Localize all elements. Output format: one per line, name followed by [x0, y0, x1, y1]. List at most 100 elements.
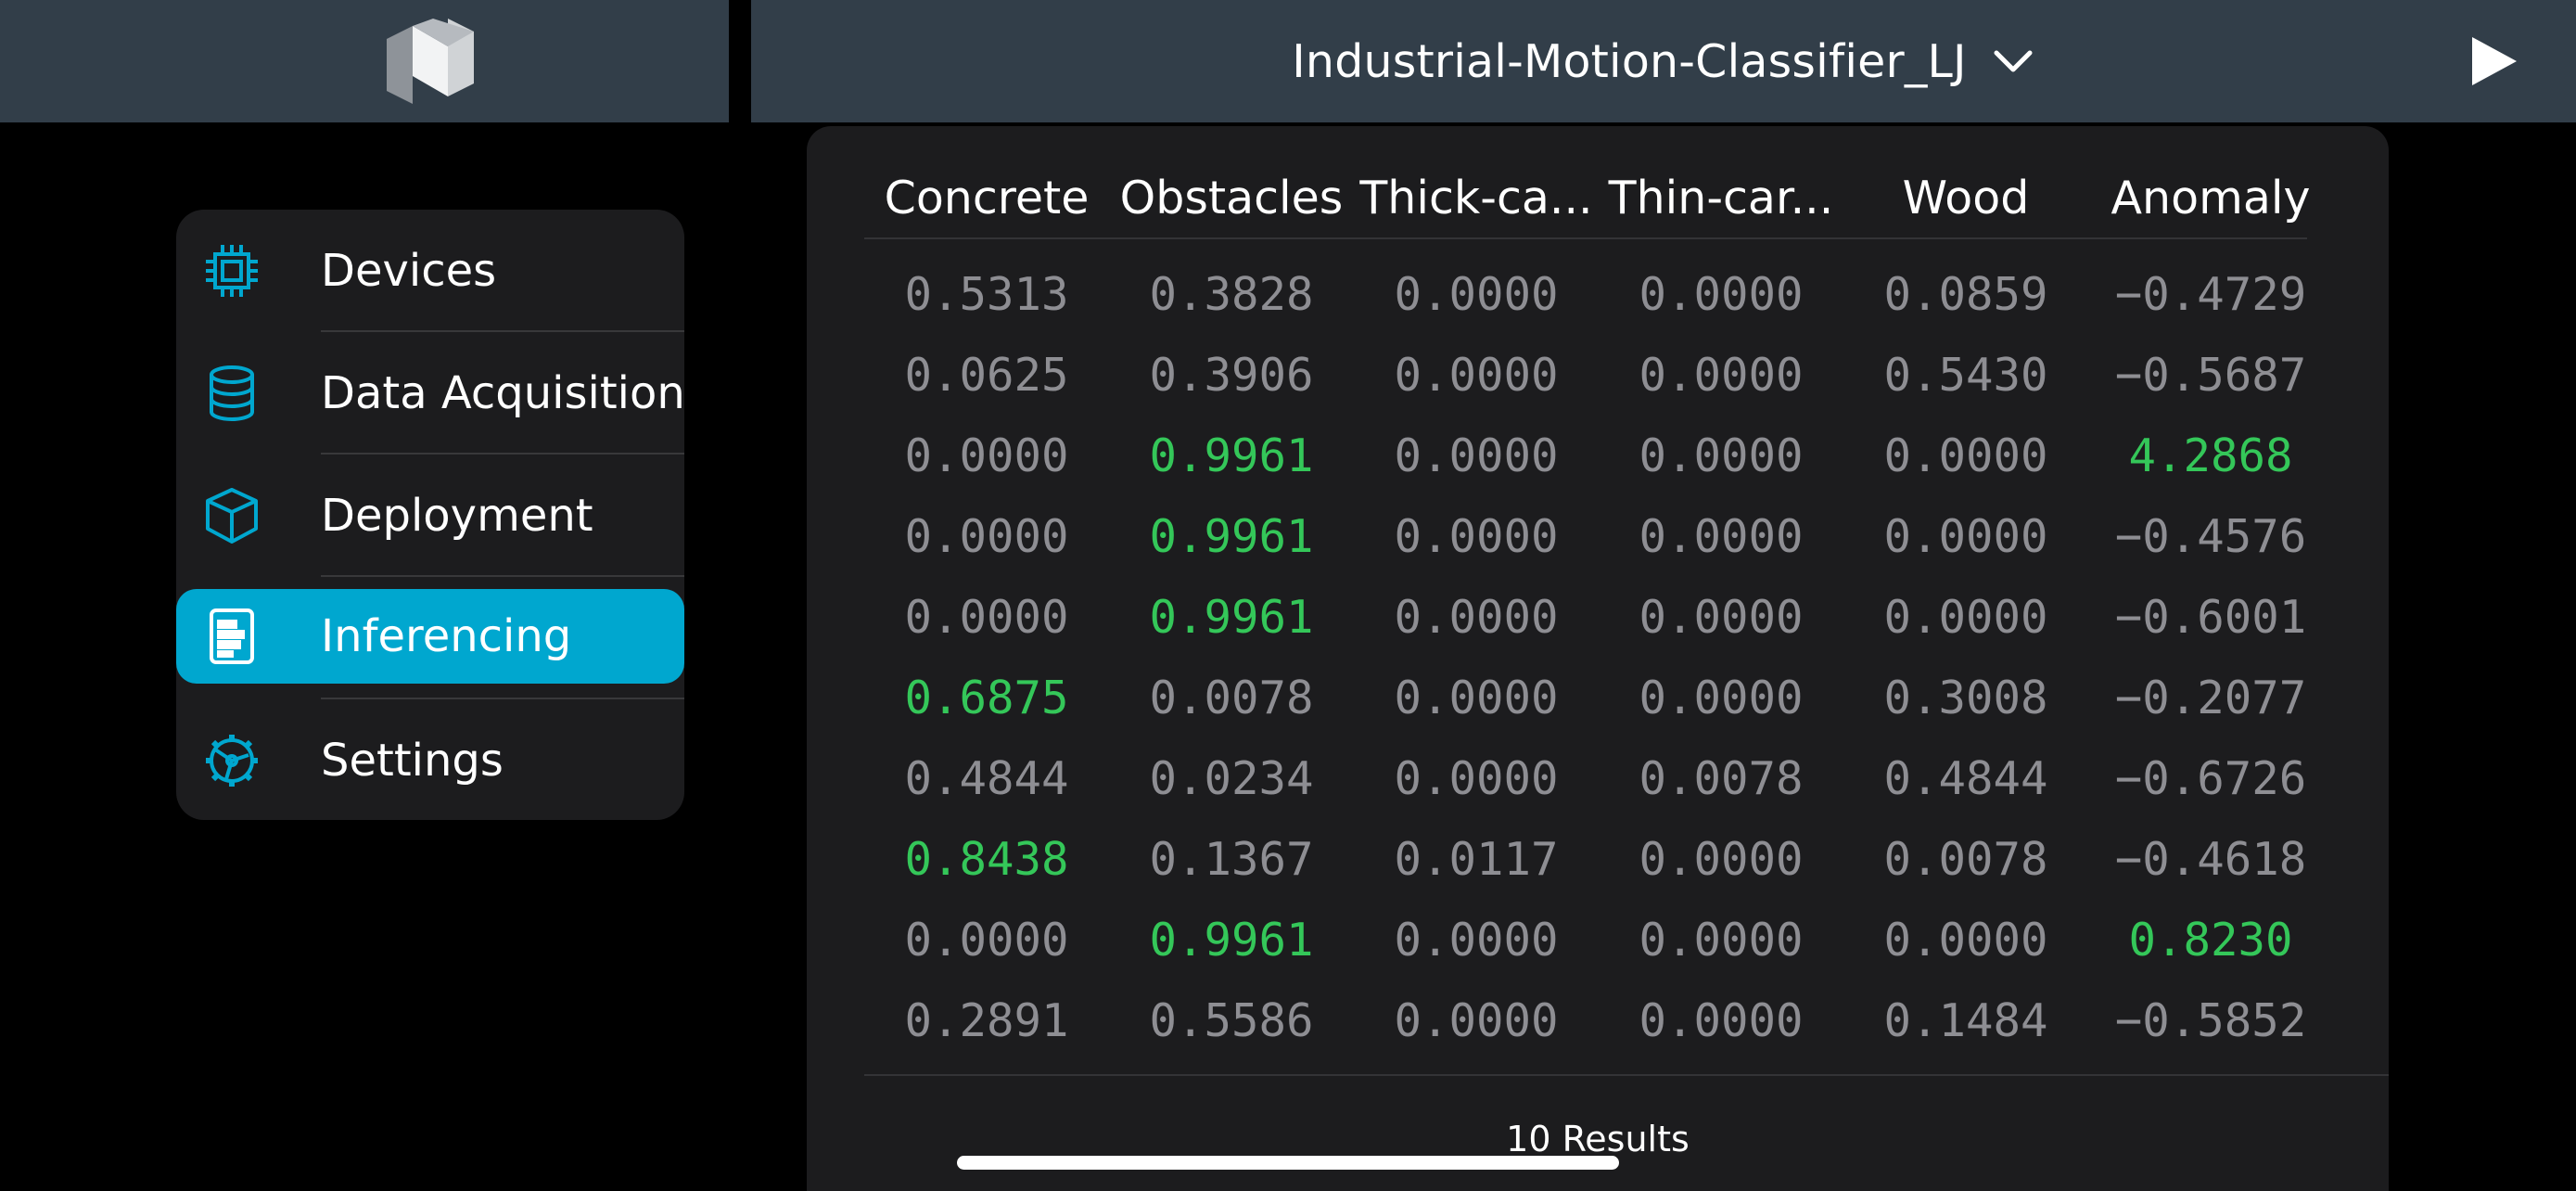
- sidebar-item-label: Settings: [321, 735, 504, 787]
- table-cell: 0.9961: [1149, 510, 1314, 563]
- sidebar-item-settings[interactable]: Settings: [176, 699, 684, 820]
- table-cell: 0.0000: [1639, 833, 1804, 886]
- table-cell: 0.5430: [1883, 349, 2048, 402]
- table-cell: 0.0000: [1883, 591, 2048, 644]
- project-selector[interactable]: Industrial-Motion-Classifier_LJ: [751, 0, 2576, 122]
- table-row: 0.0000 0.9961 0.0000 0.0000 0.0000 4.2868: [864, 416, 2307, 496]
- sidebar-item-label: Data Acquisition: [321, 367, 684, 419]
- table-cell: 4.2868: [2128, 429, 2293, 482]
- table-cell: 0.0000: [904, 429, 1069, 482]
- table-cell: 0.0859: [1883, 268, 2048, 321]
- header-divider: [864, 237, 2307, 239]
- column-header-thick-carpet: Thick-ca...: [1359, 172, 1593, 224]
- table-cell: 0.5313: [904, 268, 1069, 321]
- column-header-thin-carpet: Thin-car...: [1608, 172, 1834, 224]
- gear-icon: [206, 735, 258, 787]
- table-cell: 0.0000: [1639, 349, 1804, 402]
- table-cell: 0.0078: [1883, 833, 2048, 886]
- table-cell: 0.0000: [1394, 429, 1559, 482]
- table-cell: 0.0000: [1394, 349, 1559, 402]
- table-cell: 0.0000: [1639, 914, 1804, 967]
- chip-icon: [206, 245, 258, 297]
- table-cell: 0.0000: [904, 591, 1069, 644]
- table-cell: 0.0078: [1149, 672, 1314, 724]
- table-cell: 0.0000: [1639, 672, 1804, 724]
- sidebar: Devices Data Acquisition Deployment Infe…: [176, 210, 684, 820]
- table-cell: 0.4844: [904, 752, 1069, 805]
- table-cell: 0.3008: [1883, 672, 2048, 724]
- table-cell: −0.5852: [2114, 994, 2307, 1047]
- table-cell: −0.4618: [2114, 833, 2307, 886]
- table-cell: 0.0000: [904, 510, 1069, 563]
- table-cell: 0.0000: [1394, 914, 1559, 967]
- table-header: Concrete Obstacles Thick-ca... Thin-car.…: [864, 148, 2311, 249]
- sidebar-item-deployment[interactable]: Deployment: [176, 455, 684, 577]
- table-cell: 0.8438: [904, 833, 1069, 886]
- table-cell: 0.9961: [1149, 591, 1314, 644]
- table-cell: 0.5586: [1149, 994, 1314, 1047]
- column-header-obstacles: Obstacles: [1119, 172, 1344, 224]
- table-cell: 0.0000: [1883, 429, 2048, 482]
- table-cell: −0.4729: [2114, 268, 2307, 321]
- table-cell: 0.4844: [1883, 752, 2048, 805]
- table-cell: 0.0000: [1639, 510, 1804, 563]
- report-icon: [210, 608, 254, 664]
- table-cell: 0.2891: [904, 994, 1069, 1047]
- table-cell: 0.0234: [1149, 752, 1314, 805]
- sidebar-item-label: Devices: [321, 245, 497, 297]
- table-cell: 0.0000: [1883, 914, 2048, 967]
- table-row: 0.0000 0.9961 0.0000 0.0000 0.0000 −0.6001: [864, 577, 2307, 658]
- table-cell: 0.1484: [1883, 994, 2048, 1047]
- edge-impulse-logo: [387, 19, 474, 104]
- topbar-left: [0, 0, 729, 122]
- table-cell: 0.3828: [1149, 268, 1314, 321]
- table-cell: 0.0000: [1639, 268, 1804, 321]
- table-cell: −0.5687: [2114, 349, 2307, 402]
- sidebar-item-inferencing[interactable]: Inferencing: [176, 589, 684, 684]
- table-cell: 0.9961: [1149, 914, 1314, 967]
- table-cell: −0.6001: [2114, 591, 2307, 644]
- column-header-concrete: Concrete: [884, 172, 1090, 224]
- sidebar-item-devices[interactable]: Devices: [176, 210, 684, 332]
- table-row: 0.0000 0.9961 0.0000 0.0000 0.0000 0.8230: [864, 900, 2307, 980]
- project-title[interactable]: Industrial-Motion-Classifier_LJ: [1292, 35, 1966, 88]
- table-cell: 0.0000: [904, 914, 1069, 967]
- table-row: 0.0000 0.9961 0.0000 0.0000 0.0000 −0.4576: [864, 496, 2307, 577]
- table-cell: 0.9961: [1149, 429, 1314, 482]
- table-cell: 0.0000: [1883, 510, 2048, 563]
- box-icon: [206, 488, 258, 544]
- column-header-anomaly: Anomaly: [2111, 172, 2311, 224]
- table-cell: 0.1367: [1149, 833, 1314, 886]
- table-row: 0.8438 0.1367 0.0117 0.0000 0.0078 −0.4618: [864, 819, 2307, 900]
- table-cell: 0.0000: [1639, 591, 1804, 644]
- table-row: 0.4844 0.0234 0.0000 0.0078 0.4844 −0.6726: [864, 738, 2307, 819]
- home-indicator[interactable]: [957, 1156, 1619, 1170]
- table-cell: 0.0078: [1639, 752, 1804, 805]
- sidebar-item-data-acquisition[interactable]: Data Acquisition: [176, 332, 684, 455]
- divider: [321, 575, 684, 577]
- table-cell: 0.0000: [1394, 752, 1559, 805]
- table-row: 0.6875 0.0078 0.0000 0.0000 0.3008 −0.2077: [864, 658, 2307, 738]
- table-cell: 0.0000: [1639, 429, 1804, 482]
- table-cell: −0.4576: [2114, 510, 2307, 563]
- table-cell: 0.0000: [1394, 672, 1559, 724]
- table-cell: 0.3906: [1149, 349, 1314, 402]
- table-cell: 0.0000: [1394, 268, 1559, 321]
- footer-divider: [864, 1074, 2389, 1076]
- database-icon: [210, 365, 254, 421]
- table-cell: 0.0000: [1394, 994, 1559, 1047]
- inference-results-panel: Concrete Obstacles Thick-ca... Thin-car.…: [807, 126, 2389, 1191]
- chevron-down-icon[interactable]: [1991, 39, 2035, 83]
- table-cell: 0.0000: [1639, 994, 1804, 1047]
- table-cell: 0.8230: [2128, 914, 2293, 967]
- table-row: 0.2891 0.5586 0.0000 0.0000 0.1484 −0.5852: [864, 980, 2307, 1061]
- table-cell: 0.0000: [1394, 591, 1559, 644]
- table-cell: 0.6875: [904, 672, 1069, 724]
- sidebar-item-label: Deployment: [321, 490, 593, 542]
- table-row: 0.0625 0.3906 0.0000 0.0000 0.5430 −0.5687: [864, 335, 2307, 416]
- sidebar-item-label: Inferencing: [321, 610, 572, 662]
- table-cell: −0.6726: [2114, 752, 2307, 805]
- table-cell: 0.0000: [1394, 510, 1559, 563]
- table-cell: 0.0625: [904, 349, 1069, 402]
- play-icon[interactable]: [2468, 35, 2520, 87]
